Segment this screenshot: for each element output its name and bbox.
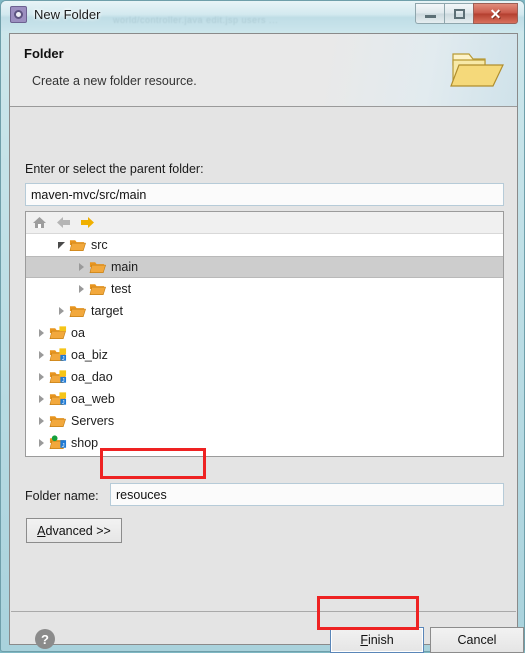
folder-name-label: Folder name: xyxy=(25,489,99,503)
home-icon[interactable] xyxy=(31,215,48,230)
tree-row[interactable]: main xyxy=(26,256,503,278)
finish-button[interactable]: Finish xyxy=(330,627,424,653)
tree-node-label: main xyxy=(111,259,139,274)
java-project-icon: J xyxy=(49,348,67,362)
tree-node-icon-wrap: J xyxy=(49,435,71,451)
chevron-right-icon[interactable] xyxy=(74,285,89,293)
parent-folder-input[interactable] xyxy=(25,183,504,206)
tree-node-icon-wrap: J xyxy=(49,369,71,385)
chevron-right-icon[interactable] xyxy=(34,329,49,337)
advanced-button-mnemonic: A xyxy=(37,523,46,538)
minimize-icon xyxy=(424,15,436,18)
web-project-icon: J xyxy=(49,435,67,449)
open-folder-banner-icon xyxy=(450,53,504,87)
tree-row[interactable]: oa xyxy=(26,322,503,344)
dialog-content: Enter or select the parent folder: maven… xyxy=(10,107,524,653)
footer-separator xyxy=(11,611,516,612)
tree-node-icon-wrap: J xyxy=(49,347,71,363)
svg-text:?: ? xyxy=(41,632,49,647)
folder-tree-panel[interactable]: src main test target oa Joa_biz Joa_dao Joa_web… xyxy=(25,211,504,457)
chevron-right-icon[interactable] xyxy=(34,351,49,359)
folder-icon xyxy=(49,416,66,427)
chevron-right-icon[interactable] xyxy=(34,373,49,381)
chevron-right-icon[interactable] xyxy=(34,439,49,447)
forward-arrow-icon[interactable] xyxy=(79,215,96,230)
chevron-right-icon[interactable] xyxy=(54,307,69,315)
maximize-button[interactable] xyxy=(444,3,473,24)
restore-icon xyxy=(453,8,465,19)
tree-node-icon-wrap xyxy=(69,303,91,319)
parent-folder-label: Enter or select the parent folder: xyxy=(25,162,204,176)
tree-node-label: oa_dao xyxy=(71,369,113,384)
tree-node-label: shop xyxy=(71,435,99,450)
tree-node-label: Servers xyxy=(71,413,115,428)
dialog-window: New Folder world/controller.java edit.js… xyxy=(0,0,525,653)
svg-text:J: J xyxy=(62,400,65,406)
tree-row[interactable]: test xyxy=(26,278,503,300)
eclipse-wizard-icon xyxy=(10,6,27,23)
tree-row[interactable]: src xyxy=(26,234,503,256)
banner-title: Folder xyxy=(24,46,64,61)
cancel-button[interactable]: Cancel xyxy=(430,627,524,653)
folder-name-input[interactable] xyxy=(110,483,504,506)
close-icon: ✕ xyxy=(489,5,502,22)
tree-row[interactable]: Joa_biz xyxy=(26,344,503,366)
tree-node-label: test xyxy=(111,281,132,296)
chevron-right-icon[interactable] xyxy=(34,395,49,403)
tree-row[interactable]: Joa_dao xyxy=(26,366,503,388)
banner-subtitle: Create a new folder resource. xyxy=(32,74,197,88)
title-bar-left: New Folder xyxy=(10,6,100,23)
chevron-right-icon[interactable] xyxy=(74,263,89,271)
wizard-banner: Folder Create a new folder resource. xyxy=(10,34,517,107)
svg-text:J: J xyxy=(62,443,65,449)
window-controls: ✕ xyxy=(415,3,518,24)
help-icon[interactable]: ? xyxy=(34,628,56,650)
finish-button-mnemonic: F xyxy=(360,633,368,647)
folder-icon xyxy=(89,284,106,295)
advanced-button[interactable]: Advanced >> xyxy=(26,518,122,543)
tree-node-icon-wrap xyxy=(89,281,111,297)
folder-tree: src main test target oa Joa_biz Joa_dao Joa_web… xyxy=(26,234,503,454)
advanced-button-label: dvanced >> xyxy=(45,523,111,538)
tree-node-label: target xyxy=(91,303,123,318)
tree-row[interactable]: target xyxy=(26,300,503,322)
title-bar[interactable]: New Folder world/controller.java edit.js… xyxy=(1,1,524,31)
java-project-icon: J xyxy=(49,392,67,406)
svg-text:J: J xyxy=(62,356,65,362)
cancel-button-label: Cancel xyxy=(457,633,497,647)
folder-icon xyxy=(69,240,86,251)
tree-toolbar xyxy=(26,212,503,234)
folder-icon xyxy=(69,306,86,317)
tree-row[interactable]: Joa_web xyxy=(26,388,503,410)
tree-row[interactable]: Servers xyxy=(26,410,503,432)
tree-node-label: oa_web xyxy=(71,391,115,406)
tree-node-label: oa_biz xyxy=(71,347,108,362)
tree-node-label: oa xyxy=(71,325,85,340)
minimize-button[interactable] xyxy=(415,3,444,24)
tree-row[interactable]: Jshop xyxy=(26,432,503,454)
svg-text:J: J xyxy=(62,378,65,384)
finish-button-label: inish xyxy=(367,633,394,647)
window-title: New Folder xyxy=(34,7,101,22)
close-button[interactable]: ✕ xyxy=(473,3,518,24)
tree-node-icon-wrap xyxy=(49,413,71,429)
back-arrow-icon[interactable] xyxy=(55,215,72,230)
tree-node-label: src xyxy=(91,237,108,252)
tree-node-icon-wrap xyxy=(69,237,91,253)
project-folder-icon xyxy=(49,326,67,339)
background-ghost-text: world/controller.java edit.jsp users ... xyxy=(113,15,279,25)
tree-node-icon-wrap: J xyxy=(49,391,71,407)
chevron-right-icon[interactable] xyxy=(34,417,49,425)
tree-node-icon-wrap xyxy=(49,325,71,341)
tree-node-icon-wrap xyxy=(89,259,111,275)
chevron-down-icon[interactable] xyxy=(54,241,69,249)
new-folder-dialog: Folder Create a new folder resource. Ent… xyxy=(9,33,524,653)
java-project-icon: J xyxy=(49,370,67,384)
folder-icon xyxy=(89,262,106,273)
